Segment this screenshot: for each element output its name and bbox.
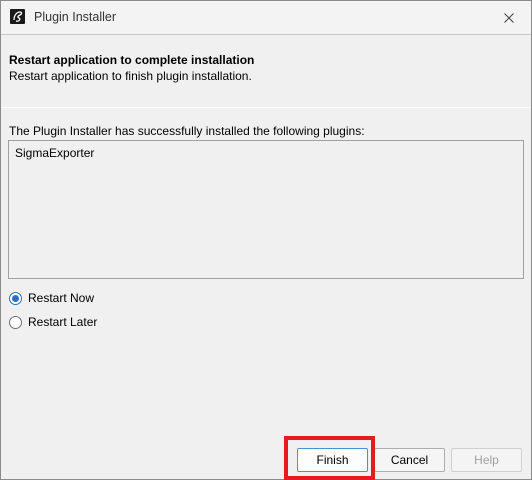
finish-button[interactable]: Finish: [297, 448, 368, 472]
divider: [1, 107, 531, 108]
restart-now-radio[interactable]: [9, 291, 22, 305]
header-subtitle: Restart application to finish plugin ins…: [9, 69, 252, 83]
title-bar: Plugin Installer: [1, 1, 531, 34]
cancel-button[interactable]: Cancel: [374, 448, 445, 472]
info-text: The Plugin Installer has successfully in…: [9, 124, 365, 138]
close-button[interactable]: [487, 1, 531, 34]
header-panel: Restart application to complete installa…: [1, 34, 531, 108]
restart-later-label: Restart Later: [28, 315, 98, 329]
window-title: Plugin Installer: [34, 10, 116, 24]
help-button[interactable]: Help: [451, 448, 522, 472]
list-item[interactable]: SigmaExporter: [15, 146, 94, 160]
header-title: Restart application to complete installa…: [9, 53, 255, 67]
app-logo-icon: [10, 9, 25, 24]
restart-now-option[interactable]: Restart Now: [9, 290, 94, 306]
restart-later-radio[interactable]: [9, 315, 22, 329]
installed-plugins-list[interactable]: SigmaExporter: [8, 140, 524, 279]
restart-now-label: Restart Now: [28, 291, 95, 305]
restart-later-option[interactable]: Restart Later: [9, 314, 97, 330]
plugin-installer-dialog: Plugin Installer Restart application to …: [0, 0, 532, 480]
close-icon: [504, 12, 514, 23]
